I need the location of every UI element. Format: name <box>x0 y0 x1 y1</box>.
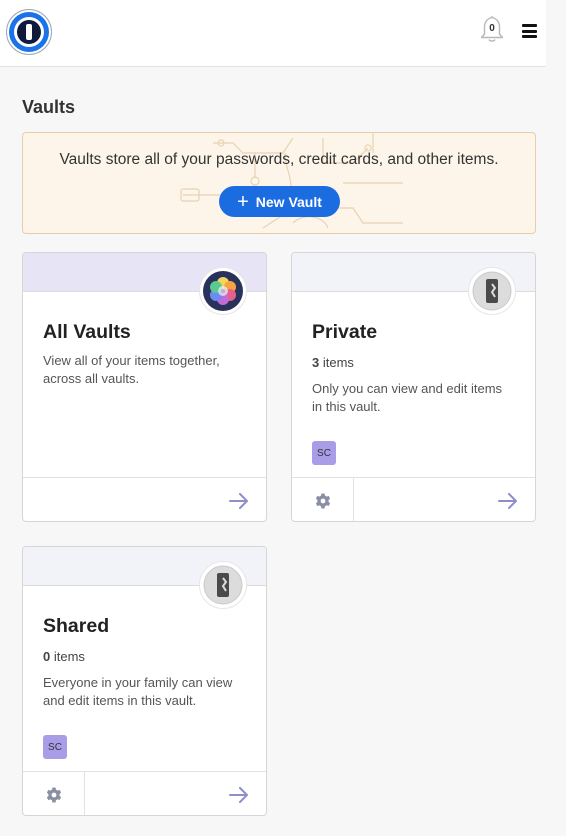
arrow-right-icon <box>229 787 248 803</box>
member-avatar-badge: SC <box>312 441 336 465</box>
vault-keyhole-icon <box>468 267 516 315</box>
banner-text: Vaults store all of your passwords, cred… <box>59 151 499 168</box>
vaults-info-banner: Vaults store all of your passwords, cred… <box>22 132 536 234</box>
vault-card-private[interactable]: Private 3 items Only you can view and ed… <box>291 252 536 522</box>
arrow-right-icon <box>229 493 248 509</box>
vault-name: Shared <box>43 615 110 637</box>
top-bar: 0 <box>0 0 546 67</box>
vault-description: Only you can view and edit items in this… <box>312 381 503 414</box>
notification-count: 0 <box>489 23 495 34</box>
vault-settings-button[interactable] <box>292 478 354 521</box>
circuit-illustration <box>180 133 403 229</box>
plus-icon: + <box>237 190 249 213</box>
vault-card-all-vaults[interactable]: All Vaults View all of your items togeth… <box>22 252 267 522</box>
vault-keyhole-icon <box>199 561 247 609</box>
page-title: Vaults <box>22 97 76 117</box>
app-logo-icon[interactable] <box>6 9 52 55</box>
gear-icon <box>315 493 330 508</box>
item-count-value: 0 <box>43 649 51 664</box>
card-footer <box>292 477 535 521</box>
item-count-suffix: items <box>53 649 85 664</box>
item-count-suffix: items <box>322 355 354 370</box>
multicolor-vault-icon <box>199 267 247 315</box>
gear-icon <box>46 787 61 802</box>
vault-item-count: 0 items <box>43 649 85 664</box>
vault-settings-button[interactable] <box>23 772 85 815</box>
card-footer <box>23 771 266 815</box>
open-vault-button[interactable] <box>224 780 254 810</box>
vault-item-count: 3 items <box>312 355 354 370</box>
new-vault-button[interactable]: + New Vault <box>219 186 340 217</box>
notifications-button[interactable]: 0 <box>479 14 505 44</box>
card-footer <box>23 477 266 521</box>
open-vault-button[interactable] <box>224 486 254 516</box>
vault-description: Everyone in your family can view and edi… <box>43 675 233 708</box>
member-avatar-badge: SC <box>43 735 67 759</box>
arrow-right-icon <box>498 493 517 509</box>
new-vault-label: New Vault <box>255 193 322 210</box>
open-vault-button[interactable] <box>493 486 523 516</box>
vault-name: Private <box>312 321 378 343</box>
vault-description: View all of your items together, across … <box>43 353 220 386</box>
hamburger-menu-icon[interactable] <box>522 24 537 38</box>
item-count-value: 3 <box>312 355 320 370</box>
vault-name: All Vaults <box>43 321 131 343</box>
vault-card-shared[interactable]: Shared 0 items Everyone in your family c… <box>22 546 267 816</box>
